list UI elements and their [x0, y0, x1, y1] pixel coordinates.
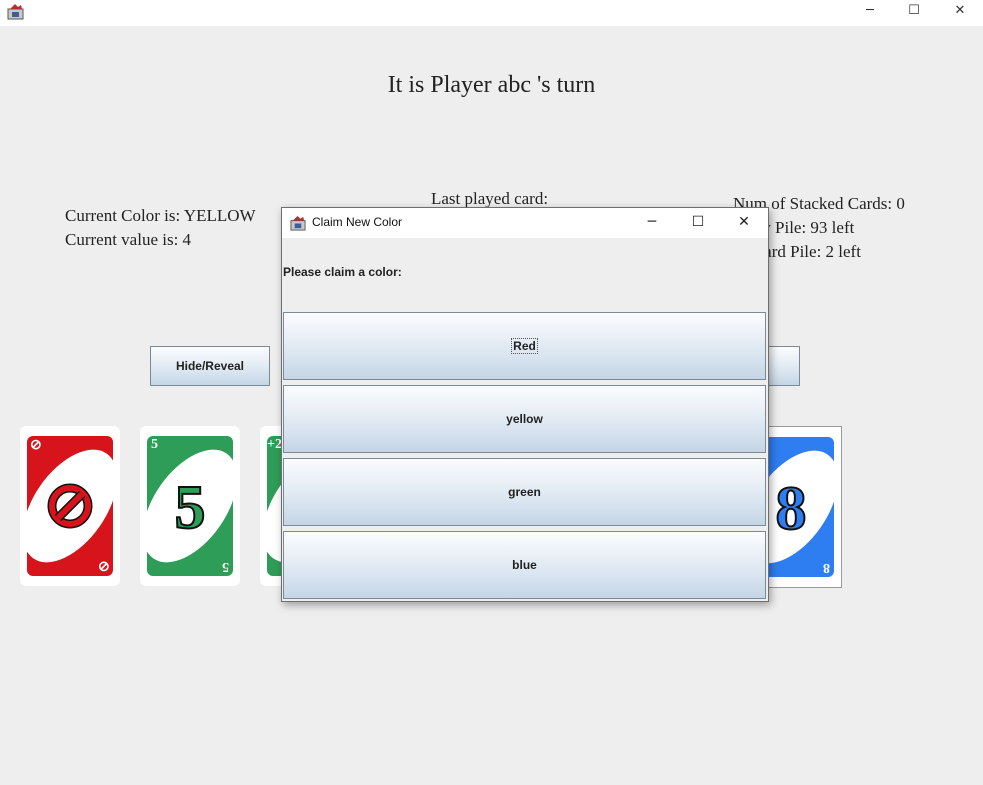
option-label: blue — [512, 558, 537, 572]
turn-heading: It is Player abc 's turn — [387, 72, 596, 98]
skip-icon — [47, 483, 93, 529]
dialog-maximize-button[interactable]: ☐ — [675, 208, 721, 238]
window-title-bar: ─ ☐ ✕ — [0, 0, 983, 26]
dialog-title: Claim New Color — [312, 215, 403, 229]
card-corner-label: 5 — [222, 559, 229, 574]
option-label: Red — [511, 338, 538, 354]
dialog-minimize-button[interactable]: ─ — [629, 208, 675, 238]
card-center-value: 5 — [174, 474, 207, 542]
claim-blue-button[interactable]: blue — [283, 531, 766, 599]
java-app-icon — [7, 4, 24, 20]
card-corner-label: 8 — [823, 560, 830, 575]
close-button[interactable]: ✕ — [937, 0, 983, 24]
claim-yellow-button[interactable]: yellow — [283, 385, 766, 453]
claim-color-dialog: Claim New Color ─ ☐ ✕ Please claim a col… — [281, 207, 769, 602]
card-corner-label: ⊘ — [98, 558, 110, 573]
current-color-label: Current Color is: YELLOW — [65, 206, 256, 225]
hand-card-green-5[interactable]: 5 5 5 — [140, 426, 240, 586]
option-label: yellow — [506, 412, 543, 426]
current-value-label: Current value is: 4 — [65, 230, 192, 249]
dialog-title-bar: Claim New Color ─ ☐ ✕ — [282, 208, 768, 238]
card-corner-label: ⊘ — [30, 438, 42, 453]
claim-red-button[interactable]: Red — [283, 312, 766, 380]
maximize-button[interactable]: ☐ — [891, 0, 937, 24]
claim-color-prompt: Please claim a color: — [283, 265, 402, 279]
card-corner-label: +2 — [267, 437, 282, 452]
claim-green-button[interactable]: green — [283, 458, 766, 526]
dialog-close-button[interactable]: ✕ — [721, 208, 767, 238]
option-label: green — [508, 485, 541, 499]
card-corner-label: 5 — [151, 437, 158, 452]
hide-reveal-button[interactable]: Hide/Reveal — [150, 346, 270, 386]
minimize-button[interactable]: ─ — [847, 0, 893, 24]
hand-card-skip-red[interactable]: ⊘ ⊘ — [20, 426, 120, 586]
java-app-icon — [290, 215, 306, 231]
